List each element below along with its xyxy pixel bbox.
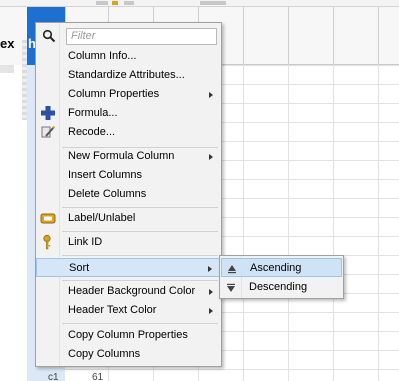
toolbar (0, 0, 399, 7)
submenu-item-label: Ascending (250, 262, 302, 274)
menu-item-label: New Formula Column (68, 150, 175, 162)
submenu-item-ascending[interactable]: Ascending (221, 258, 342, 277)
toolbar-icon[interactable] (124, 1, 134, 5)
menu-item-label: Insert Columns (68, 169, 142, 181)
chevron-right-icon (208, 266, 212, 272)
menu-separator (62, 323, 218, 324)
column-context-menu: Filter Column Info... Standardize Attrib… (35, 22, 222, 367)
menu-separator (62, 231, 218, 232)
menu-item-column-info[interactable]: Column Info... (36, 47, 221, 66)
sort-submenu: Ascending Descending (219, 255, 344, 299)
menu-item-label: Label/Unlabel (68, 212, 136, 224)
menu-item-column-properties[interactable]: Column Properties (36, 85, 221, 104)
row-label: c1 (48, 372, 59, 381)
chevron-right-icon (209, 289, 213, 295)
menu-item-insert-columns[interactable]: Insert Columns (36, 166, 221, 185)
menu-item-header-background-color[interactable]: Header Background Color (36, 282, 221, 301)
menu-item-label: Column Info... (68, 50, 137, 62)
menu-separator (62, 255, 218, 256)
menu-separator (62, 207, 218, 208)
column-stats-bar (0, 65, 14, 73)
menu-separator (62, 280, 218, 281)
menu-item-label-unlabel[interactable]: Label/Unlabel (36, 209, 221, 228)
column-divider (288, 7, 289, 65)
submenu-item-label: Descending (249, 281, 308, 293)
chevron-right-icon (209, 92, 213, 98)
menu-item-header-text-color[interactable]: Header Text Color (36, 301, 221, 320)
submenu-item-descending[interactable]: Descending (221, 278, 342, 297)
sort-descending-icon (226, 282, 236, 292)
filter-input[interactable]: Filter (66, 28, 217, 45)
menu-item-label: Formula... (68, 107, 118, 119)
recode-pencil-icon (40, 124, 56, 140)
menu-item-recode[interactable]: Recode... (36, 123, 221, 142)
cell-value: 61 (92, 372, 104, 381)
menu-item-delete-columns[interactable]: Delete Columns (36, 185, 221, 204)
menu-item-label: Column Properties (68, 88, 160, 100)
search-icon (42, 29, 56, 43)
toolbar-icon[interactable] (200, 1, 226, 5)
filter-placeholder: Filter (71, 30, 96, 42)
chevron-right-icon (209, 154, 213, 160)
menu-item-label: Copy Column Properties (68, 329, 188, 341)
sort-ascending-icon (227, 263, 237, 274)
key-icon (40, 234, 56, 250)
menu-item-copy-columns[interactable]: Copy Columns (36, 345, 221, 364)
plus-cross-icon (40, 105, 56, 121)
menu-item-label: Recode... (68, 126, 116, 138)
column-divider (378, 7, 379, 65)
menu-item-new-formula-column[interactable]: New Formula Column (36, 147, 221, 166)
column-divider (333, 7, 334, 65)
chevron-right-icon (209, 308, 213, 314)
menu-item-copy-column-properties[interactable]: Copy Column Properties (36, 326, 221, 345)
toolbar-icon[interactable] (112, 1, 118, 5)
menu-item-label: Header Background Color (68, 285, 196, 297)
menu-item-label: Header Text Color (68, 304, 157, 316)
menu-item-label: Delete Columns (68, 188, 147, 200)
menu-item-label: Sort (69, 262, 90, 274)
menu-item-standardize-attributes[interactable]: Standardize Attributes... (36, 66, 221, 85)
menu-item-label: Copy Columns (68, 348, 141, 360)
label-tag-icon (40, 210, 56, 226)
column-divider (243, 7, 244, 65)
menu-item-link-id[interactable]: Link ID (36, 233, 221, 252)
menu-item-formula[interactable]: Formula... (36, 104, 221, 123)
toolbar-icon[interactable] (96, 1, 108, 5)
menu-item-sort[interactable]: Sort (36, 258, 221, 277)
menu-item-label: Link ID (68, 236, 103, 248)
menu-item-label: Standardize Attributes... (68, 69, 185, 81)
column-header-label: ex (0, 36, 15, 51)
